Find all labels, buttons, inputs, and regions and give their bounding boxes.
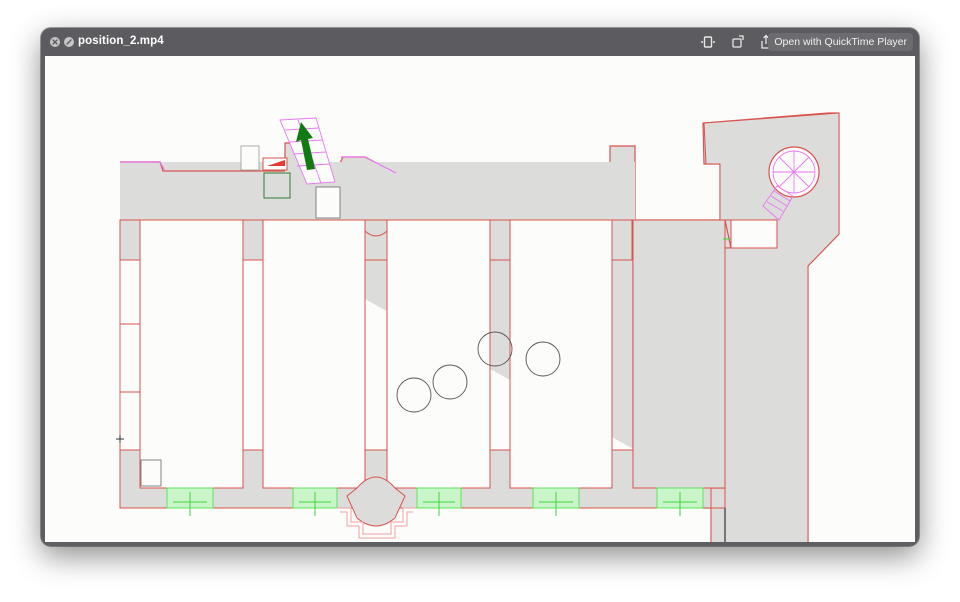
open-with-quicktime-button[interactable]: Open with QuickTime Player [768,33,913,51]
window-title: position_2.mp4 [78,35,164,47]
quicklook-window: position_2.mp4 Open with QuickTime Playe… [41,28,919,546]
video-frame[interactable] [45,56,915,542]
title-bar[interactable]: position_2.mp4 Open with QuickTime Playe… [41,28,919,56]
minimize-button[interactable] [64,37,74,47]
close-button[interactable] [50,37,60,47]
trim-icon[interactable] [700,34,716,50]
close-icon [52,39,58,45]
rotate-icon[interactable] [730,34,746,50]
floor-plan [116,112,840,542]
minimize-icon [66,39,72,45]
